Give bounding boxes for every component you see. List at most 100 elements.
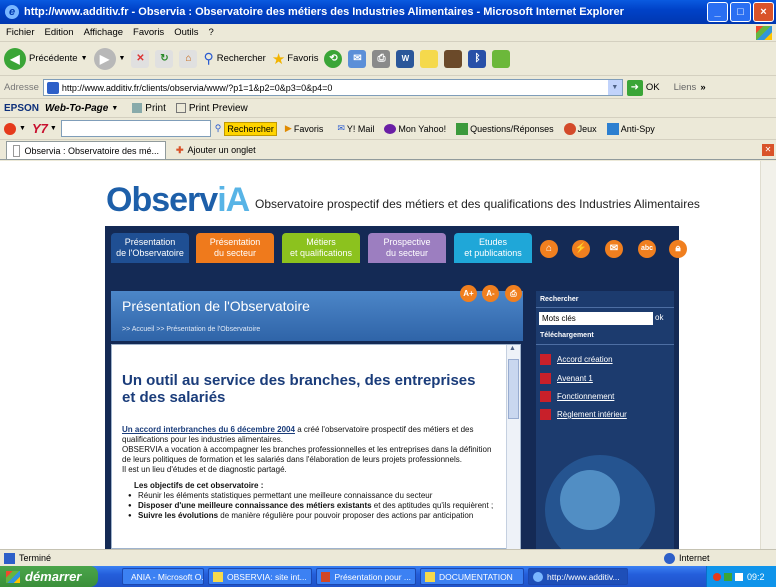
antispy-icon [606,122,619,135]
yahoo-search-input[interactable] [60,120,211,137]
folder-icon[interactable] [420,49,439,68]
obj2-text: et des aptitudes qu'ils requièrent ; [371,501,494,510]
back-button[interactable]: ◀ Précédente ▼ [4,47,88,70]
favorites-button[interactable]: ★ Favoris [272,50,319,68]
menu-outils[interactable]: Outils [174,27,198,38]
yahoo-qa[interactable]: Questions/Réponses [470,124,554,134]
accord-link[interactable]: Un accord interbranches du 6 décembre 20… [122,425,295,434]
yahoo-search-button[interactable]: Rechercher [224,121,277,136]
start-button[interactable]: démarrer [0,566,98,587]
print-icon[interactable]: ⎙ [372,49,391,68]
taskbar-item-documentation[interactable]: DOCUMENTATION [420,568,524,585]
minimize-button[interactable]: _ [707,2,728,22]
menu-bar: Fichier Edition Affichage Favoris Outils… [0,24,776,42]
mail-icon [213,571,223,582]
site-search-ok-button[interactable]: ok [655,313,663,322]
word-edit-icon[interactable]: W [396,49,415,68]
site-search-input[interactable] [539,312,653,325]
refresh-icon[interactable]: ↻ [155,49,174,68]
print-page-icon[interactable]: ⎙ [505,285,522,302]
address-label: Adresse [4,82,39,93]
lock-icon[interactable]: 🔒︎ [669,240,687,258]
menu-help[interactable]: ? [208,27,213,38]
windows-logo-icon [756,26,772,40]
page-scrollbar[interactable] [760,161,776,549]
download-reglement-interieur[interactable]: Règlement intérieur [540,409,627,420]
nav-metiers[interactable]: Métiers et qualifications [282,233,360,263]
yahoo-antispy[interactable]: Anti-Spy [621,124,655,134]
divider [536,307,674,308]
yahoo-mail[interactable]: Y! Mail [347,124,375,134]
taskbar-item-ie[interactable]: http://www.additiv... [528,568,628,585]
search-label: Rechercher [216,53,266,64]
article-scrollbar[interactable]: ▲ [506,345,520,549]
download-label: Fonctionnement [557,392,615,401]
observia-logo[interactable]: ObserviA [106,181,250,220]
chevron-down-icon[interactable]: ▼ [111,105,118,112]
taskbar-item-presentation[interactable]: Présentation pour ... [316,568,416,585]
volume-icon[interactable] [735,572,743,581]
yahoo-logo-icon[interactable]: Y7 [32,121,48,136]
research-icon[interactable] [444,49,463,68]
tray-icon[interactable] [724,572,732,581]
menu-edition[interactable]: Edition [45,27,74,38]
messenger-icon[interactable] [492,49,511,68]
nav-presentation-secteur[interactable]: Présentation du secteur [196,233,274,263]
download-accord-creation[interactable]: Accord création [540,354,613,365]
chevron-down-icon[interactable]: ▼ [607,80,622,95]
scroll-up-icon[interactable]: ▲ [509,345,516,352]
taskbar-item-outlook[interactable]: ANIA - Microsoft O... [122,568,204,585]
links-label[interactable]: Liens [674,82,697,93]
nav-prospective[interactable]: Prospective du secteur [368,233,446,263]
print-button[interactable]: Print [132,103,166,114]
font-decrease-button[interactable]: A- [482,285,499,302]
close-button[interactable]: × [753,2,774,22]
font-increase-button[interactable]: A+ [460,285,477,302]
mail-icon[interactable]: ✉ [348,49,367,68]
stop-icon[interactable]: ✕ [131,49,150,68]
toolbar-options-icon[interactable] [4,122,16,135]
logo-part2: iA [217,181,250,219]
history-icon[interactable]: ⟲ [324,49,343,68]
go-arrow-icon[interactable]: ➜ [626,79,643,96]
yahoo-jeux[interactable]: Jeux [578,124,597,134]
bluetooth-icon[interactable]: ᛒ [468,49,487,68]
maximize-button[interactable]: □ [730,2,751,22]
tray-icon[interactable] [713,572,721,581]
nav-label: du secteur [213,248,257,258]
breadcrumb[interactable]: >> Accueil >> Présentation de l'Observat… [122,326,260,333]
start-label: démarrer [25,569,82,584]
download-fonctionnement[interactable]: Fonctionnement [540,391,614,402]
sitemap-icon[interactable]: ⚡ [572,240,590,258]
menu-fichier[interactable]: Fichier [6,27,35,38]
add-tab-button[interactable]: ✚ Ajouter un onglet [170,141,262,159]
chevron-down-icon[interactable]: ▼ [50,125,57,132]
forward-button[interactable]: ▶ ▼ [93,47,125,70]
tab-observia[interactable]: Observia : Observatoire des mé... [6,141,166,159]
web-to-page-button[interactable]: Web-To-Page [45,103,108,114]
nav-etudes[interactable]: Etudes et publications [454,233,532,263]
glossary-icon[interactable]: abc [638,240,656,258]
print-preview-button[interactable]: Print Preview [175,103,248,114]
download-label: Accord création [557,355,613,364]
address-input[interactable]: http://www.additiv.fr/clients/observia/w… [42,79,623,96]
chevron-right-icon[interactable]: » [700,82,705,93]
menu-affichage[interactable]: Affichage [84,27,123,38]
star-icon: ★ [271,50,286,68]
chevron-down-icon[interactable]: ▼ [19,125,26,132]
go-button[interactable]: OK [646,82,660,93]
nav-presentation-observatoire[interactable]: Présentation de l'Observatoire [111,233,189,263]
home-icon[interactable]: ⌂ [179,49,198,68]
yahoo-my-yahoo[interactable]: Mon Yahoo! [398,124,446,134]
search-button[interactable]: ⚲ Rechercher [203,50,265,67]
task-label: DOCUMENTATION [439,571,513,582]
menu-favoris[interactable]: Favoris [133,27,164,38]
obj3-text: de manière régulière pour pouvoir propos… [218,511,474,520]
contact-icon[interactable]: ✉ [605,240,623,258]
yahoo-favoris[interactable]: Favoris [294,124,324,134]
taskbar-item-observia-mail[interactable]: OBSERVIA: site int... [208,568,312,585]
scroll-thumb[interactable] [508,359,519,419]
home-icon[interactable]: ⌂ [540,240,558,258]
close-tab-icon[interactable]: ✕ [762,144,774,156]
download-avenant-1[interactable]: Avenant 1 [540,373,593,384]
